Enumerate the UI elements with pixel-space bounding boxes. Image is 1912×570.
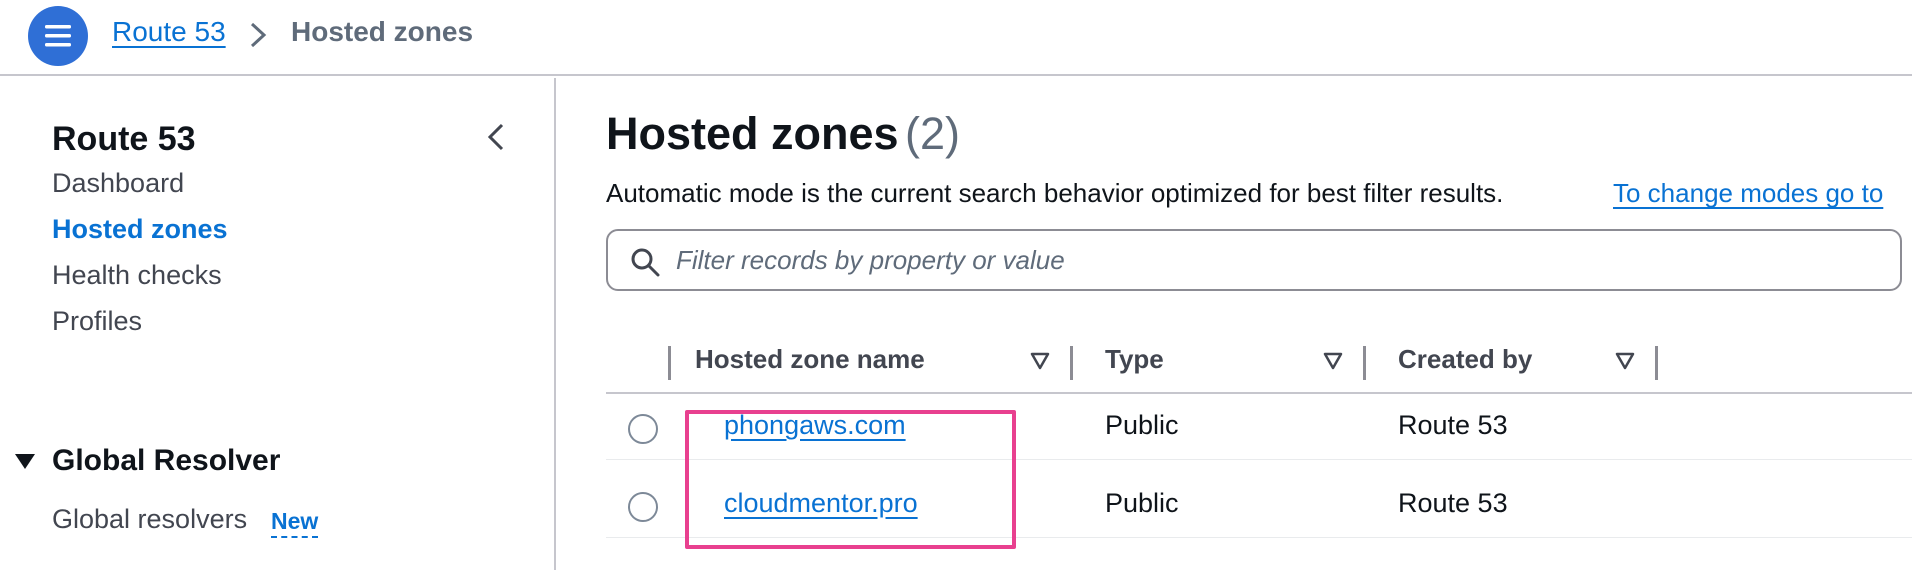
hosted-zone-link[interactable]: cloudmentor.pro xyxy=(724,488,918,519)
column-divider[interactable] xyxy=(1070,346,1073,380)
column-header-created-by[interactable]: Created by xyxy=(1398,344,1532,375)
sidebar-title: Route 53 xyxy=(52,120,196,158)
new-badge[interactable]: New xyxy=(271,508,319,538)
sidebar-item-global-resolvers[interactable]: Global resolvers xyxy=(52,504,247,535)
zone-created-by: Route 53 xyxy=(1398,488,1508,518)
chevron-left-icon[interactable] xyxy=(484,120,508,154)
page-title: Hosted zones xyxy=(606,108,899,159)
side-navigation: Route 53 Dashboard Hosted zones Health c… xyxy=(0,78,556,570)
search-mode-description: Automatic mode is the current search beh… xyxy=(606,178,1504,208)
main-content: Hosted zones (2) Automatic mode is the c… xyxy=(558,78,1912,570)
top-navigation-bar: Route 53 Hosted zones xyxy=(0,0,1912,76)
search-input[interactable] xyxy=(676,239,1876,281)
sort-down-icon[interactable] xyxy=(1323,352,1343,370)
search-icon xyxy=(631,248,660,277)
hamburger-icon xyxy=(45,25,71,47)
sidebar-item-profiles[interactable]: Profiles xyxy=(52,306,142,337)
sort-down-icon[interactable] xyxy=(1030,352,1050,370)
column-header-hosted-zone-name[interactable]: Hosted zone name xyxy=(695,344,925,375)
sidebar-item-health-checks[interactable]: Health checks xyxy=(52,260,222,291)
sidebar-section-label: Global Resolver xyxy=(52,444,281,477)
change-mode-link[interactable]: To change modes go to xyxy=(1613,178,1883,209)
page-count: (2) xyxy=(905,108,960,159)
breadcrumb-route53-link[interactable]: Route 53 xyxy=(112,16,226,48)
table-row[interactable]: cloudmentor.pro Public Route 53 xyxy=(606,474,1912,538)
row-select-radio[interactable] xyxy=(628,414,658,444)
sidebar-item-dashboard[interactable]: Dashboard xyxy=(52,168,184,199)
sidebar-item-hosted-zones[interactable]: Hosted zones xyxy=(52,214,228,245)
table-row[interactable]: phongaws.com Public Route 53 xyxy=(606,396,1912,460)
column-divider[interactable] xyxy=(1655,346,1658,380)
zone-created-by: Route 53 xyxy=(1398,410,1508,440)
hosted-zone-link[interactable]: phongaws.com xyxy=(724,410,906,441)
menu-button[interactable] xyxy=(28,6,88,66)
sort-down-icon[interactable] xyxy=(1615,352,1635,370)
column-divider[interactable] xyxy=(1363,346,1366,380)
zone-type: Public xyxy=(1105,410,1179,440)
table-header: Hosted zone name Type Created by xyxy=(606,326,1912,394)
caret-down-icon xyxy=(15,454,35,469)
column-divider[interactable] xyxy=(668,346,671,380)
sidebar-section-global-resolver[interactable]: Global Resolver xyxy=(14,444,280,478)
search-box xyxy=(606,229,1902,291)
chevron-right-icon xyxy=(250,22,267,48)
column-header-type[interactable]: Type xyxy=(1105,344,1164,375)
zone-type: Public xyxy=(1105,488,1179,518)
breadcrumb-current: Hosted zones xyxy=(291,16,474,47)
row-select-radio[interactable] xyxy=(628,492,658,522)
